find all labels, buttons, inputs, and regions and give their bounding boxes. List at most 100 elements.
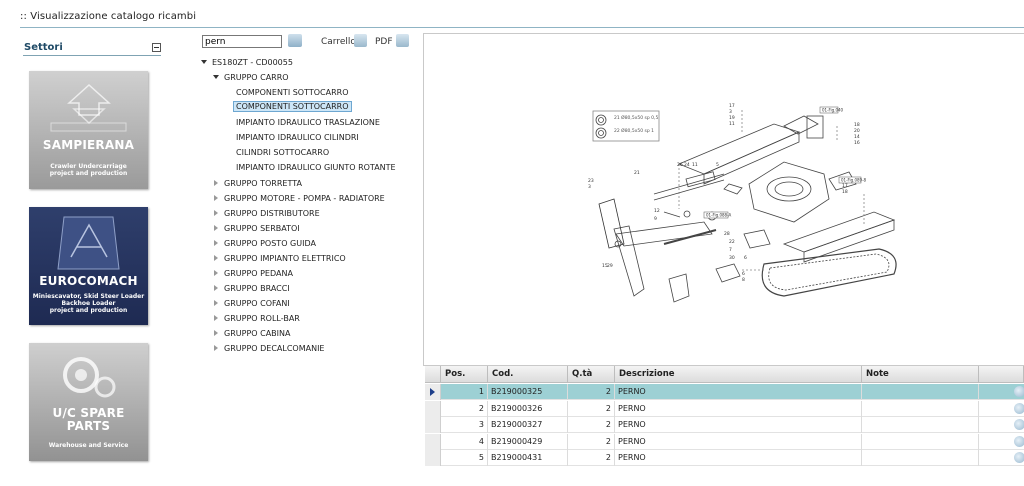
column-header-descrizione[interactable]: Descrizione bbox=[615, 366, 862, 383]
tree-item-label: COMPONENTI SOTTOCARRO bbox=[236, 88, 349, 97]
drawing-tag: 01-Fig.088-A bbox=[706, 213, 731, 218]
page-title: :: Visualizzazione catalogo ricambi bbox=[20, 11, 197, 22]
sidebar-title: Settori bbox=[24, 42, 63, 53]
tree-group-label: GRUPPO IMPIANTO ELETTRICO bbox=[224, 254, 346, 263]
eurocomach-subtitle: Miniescavator, Skid Steer Loader Backhoe… bbox=[32, 293, 145, 314]
drawing-callout-number: 8 bbox=[742, 277, 745, 283]
tree-group[interactable]: GRUPPO CABINA bbox=[213, 327, 290, 341]
drawing-callout-number: 12 bbox=[654, 208, 660, 214]
drawing-callout-number: 21 bbox=[634, 170, 640, 176]
expand-toggle-icon[interactable] bbox=[214, 210, 218, 216]
tree-item-selected[interactable]: COMPONENTI SOTTOCARRO bbox=[233, 100, 352, 114]
tree-group[interactable]: GRUPPO COFANI bbox=[213, 297, 290, 311]
expand-toggle-icon[interactable] bbox=[214, 315, 218, 321]
cell-qta: 2 bbox=[568, 417, 615, 433]
tree-item[interactable]: IMPIANTO IDRAULICO GIUNTO ROTANTE bbox=[236, 161, 396, 175]
search-icon[interactable] bbox=[288, 34, 302, 47]
cell-cod: B219000429 bbox=[488, 433, 568, 450]
tree-group[interactable]: GRUPPO SERBATOI bbox=[213, 222, 300, 236]
table-row[interactable]: 5 B219000431 2 PERNO bbox=[425, 450, 1024, 466]
tree-group[interactable]: GRUPPO ROLL-BAR bbox=[213, 312, 300, 326]
column-header-pos[interactable]: Pos. bbox=[441, 366, 488, 383]
cell-pos: 3 bbox=[441, 417, 488, 433]
tree-item[interactable]: COMPONENTI SOTTOCARRO bbox=[236, 86, 349, 100]
expand-toggle-icon[interactable] bbox=[214, 285, 218, 291]
row-selector[interactable] bbox=[425, 450, 441, 466]
uc-spare-parts-logo[interactable]: U/C SPARE PARTS Warehouse and Service bbox=[29, 343, 148, 461]
add-to-cart-icon[interactable] bbox=[1014, 452, 1024, 463]
expand-toggle-icon[interactable] bbox=[214, 195, 218, 201]
expand-toggle-icon[interactable] bbox=[214, 180, 218, 186]
drawing-callout-number: 28 bbox=[724, 231, 730, 237]
add-to-cart-icon[interactable] bbox=[1014, 402, 1024, 414]
expand-toggle-icon[interactable] bbox=[214, 345, 218, 351]
tree-item-label: IMPIANTO IDRAULICO TRASLAZIONE bbox=[236, 118, 380, 127]
drawing-legend-line: 21 Ø80,5x50 sp 0,5 bbox=[614, 114, 658, 121]
row-selector[interactable] bbox=[425, 417, 441, 433]
drawing-callout-number: 6 bbox=[744, 255, 747, 261]
tree-group-label: GRUPPO DECALCOMANIE bbox=[224, 344, 325, 353]
tree-group[interactable]: GRUPPO DISTRIBUTORE bbox=[213, 207, 320, 221]
tree-group[interactable]: GRUPPO TORRETTA bbox=[213, 177, 302, 191]
expand-toggle-icon[interactable] bbox=[201, 60, 207, 64]
column-header-note[interactable]: Note bbox=[862, 366, 979, 383]
tree-group-label: GRUPPO COFANI bbox=[224, 299, 290, 308]
tree-group[interactable]: GRUPPO PEDANA bbox=[213, 267, 293, 281]
tree-group[interactable]: GRUPPO MOTORE - POMPA - RADIATORE bbox=[213, 192, 385, 206]
row-selector[interactable] bbox=[425, 433, 441, 450]
cell-note bbox=[862, 417, 979, 433]
tree-item[interactable]: CILINDRI SOTTOCARRO bbox=[236, 146, 329, 160]
tree-item-label: IMPIANTO IDRAULICO GIUNTO ROTANTE bbox=[236, 163, 396, 172]
expand-toggle-icon[interactable] bbox=[214, 330, 218, 336]
drawing-callout-number: 17 bbox=[842, 183, 848, 189]
expand-toggle-icon[interactable] bbox=[214, 300, 218, 306]
tree-group[interactable]: GRUPPO DECALCOMANIE bbox=[213, 342, 325, 356]
column-header-actions bbox=[979, 366, 1024, 383]
tree-group-carro[interactable]: GRUPPO CARRO bbox=[213, 71, 289, 85]
drawing-tag: 01-Fig.089-8 bbox=[841, 178, 867, 183]
tree-group[interactable]: GRUPPO BRACCI bbox=[213, 282, 290, 296]
column-header-qta[interactable]: Q.tà bbox=[568, 366, 615, 383]
tree-group-label: GRUPPO DISTRIBUTORE bbox=[224, 209, 320, 218]
sampierana-logo[interactable]: SAMPIERANA Crawler Undercarriage project… bbox=[29, 71, 148, 189]
drawing-legend-line: 22 Ø80,5x50 sp 1 bbox=[614, 127, 654, 134]
cell-pos: 5 bbox=[441, 450, 488, 466]
expand-toggle-icon[interactable] bbox=[214, 225, 218, 231]
tree-root-label: ES180ZT - CD00055 bbox=[212, 58, 293, 67]
pdf-label[interactable]: PDF bbox=[375, 37, 393, 47]
row-selector[interactable] bbox=[425, 384, 441, 400]
row-selector[interactable] bbox=[425, 400, 441, 417]
expand-toggle-icon[interactable] bbox=[213, 75, 219, 79]
cell-qta: 2 bbox=[568, 400, 615, 417]
pdf-icon[interactable] bbox=[396, 34, 409, 47]
drawing-callout-number: 11 bbox=[692, 162, 698, 168]
table-row[interactable]: 2 B219000326 2 PERNO bbox=[425, 400, 1024, 417]
collapse-icon[interactable] bbox=[152, 43, 161, 52]
cart-icon[interactable] bbox=[354, 34, 367, 47]
tree-item[interactable]: IMPIANTO IDRAULICO TRASLAZIONE bbox=[236, 116, 380, 130]
table-row[interactable]: 4 B219000429 2 PERNO bbox=[425, 433, 1024, 450]
tree-item[interactable]: IMPIANTO IDRAULICO CILINDRI bbox=[236, 131, 359, 145]
cart-label[interactable]: Carrello bbox=[321, 37, 356, 47]
table-row[interactable]: 1 B219000325 2 PERNO bbox=[425, 384, 1024, 400]
drawing-callout-number: 18 bbox=[842, 189, 848, 195]
eurocomach-logo[interactable]: EUROCOMACH Miniescavator, Skid Steer Loa… bbox=[29, 207, 148, 325]
cell-note bbox=[862, 433, 979, 450]
expand-toggle-icon[interactable] bbox=[214, 255, 218, 261]
expand-toggle-icon[interactable] bbox=[214, 240, 218, 246]
cell-descrizione: PERNO bbox=[615, 417, 862, 433]
tree-group[interactable]: GRUPPO IMPIANTO ELETTRICO bbox=[213, 252, 346, 266]
add-to-cart-icon[interactable] bbox=[1014, 435, 1024, 447]
exploded-drawing[interactable]: 21 Ø80,5x50 sp 0,5 22 Ø80,5x50 sp 1 01-F… bbox=[423, 33, 1024, 366]
drawing-callout-number: 24 bbox=[684, 162, 690, 168]
add-to-cart-icon[interactable] bbox=[1014, 386, 1024, 397]
expand-toggle-icon[interactable] bbox=[214, 270, 218, 276]
tree-group[interactable]: GRUPPO POSTO GUIDA bbox=[213, 237, 316, 251]
column-header-cod[interactable]: Cod. bbox=[488, 366, 568, 383]
add-to-cart-icon[interactable] bbox=[1014, 419, 1024, 430]
tree-group-label: GRUPPO ROLL-BAR bbox=[224, 314, 300, 323]
search-input[interactable] bbox=[202, 35, 282, 48]
cell-note bbox=[862, 384, 979, 400]
tree-root[interactable]: ES180ZT - CD00055 bbox=[201, 56, 293, 70]
table-row[interactable]: 3 B219000327 2 PERNO bbox=[425, 417, 1024, 433]
